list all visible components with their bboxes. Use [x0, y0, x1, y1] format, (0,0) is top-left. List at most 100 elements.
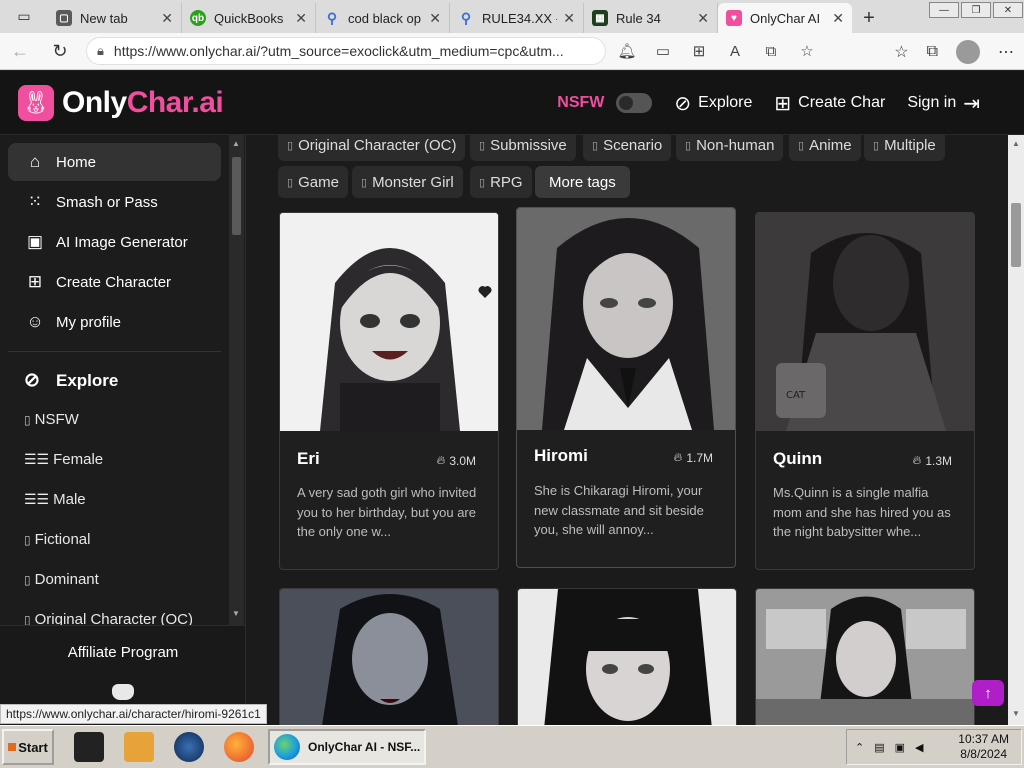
lock-icon[interactable]: 🔒︎	[97, 43, 104, 59]
scroll-up-icon[interactable]: ▲	[232, 139, 240, 148]
character-image[interactable]	[280, 213, 498, 431]
close-icon[interactable]: ✕	[832, 10, 844, 27]
maximize-icon[interactable]: ❐	[961, 2, 991, 18]
browser-tab-3[interactable]: ⚲ cod black op ✕	[316, 3, 450, 33]
browser-tab-4[interactable]: ⚲ RULE34.XX - ✕	[450, 3, 584, 33]
taskbar-clock[interactable]: 10:37 AM 8/8/2024	[958, 732, 1009, 762]
discord-icon[interactable]	[112, 684, 134, 700]
character-card-hiromi[interactable]: Hiromi 🔥︎ 1.7M She is Chikaragi Hiromi, y…	[516, 207, 736, 568]
explore-item-nsfw[interactable]: ▯ NSFW	[24, 411, 79, 428]
character-card-row2-1[interactable]	[279, 588, 499, 725]
url-field[interactable]: 🔒︎ https://www.onlychar.ai/?utm_source=e…	[86, 37, 606, 65]
close-icon[interactable]: ✕	[563, 10, 575, 27]
sign-in-link[interactable]: Sign in ⇥	[907, 91, 980, 116]
collections-icon[interactable]: ⧉	[927, 43, 938, 61]
character-description: Ms.Quinn is a single malfia mom and she …	[773, 485, 951, 539]
character-card-quinn[interactable]: CAT Quinn 🔥︎ 1.3M Ms.Quinn is a single ma…	[755, 212, 975, 570]
character-image[interactable]	[517, 208, 735, 430]
sidebar-item-create-character[interactable]: ⊞ Create Character	[8, 263, 221, 301]
sidebar-item-home[interactable]: ⌂ Home	[8, 143, 221, 181]
apps-icon[interactable]: ⊞	[688, 42, 710, 60]
explore-item-dominant[interactable]: ▯ Dominant	[24, 571, 99, 588]
taskbar-edge-window[interactable]: OnlyChar AI - NSF...	[268, 729, 426, 765]
tag-label: Anime	[809, 136, 852, 154]
tag-chip[interactable]: ▯ Multiple	[864, 135, 945, 161]
browser-tab-5[interactable]: ▦ Rule 34 ✕	[584, 3, 718, 33]
character-image[interactable]	[280, 589, 499, 725]
url-actions: 🔔︎ ▭ ⊞ A ⧉ ☆	[616, 42, 818, 61]
tag-chip[interactable]: ▯ Game	[278, 166, 348, 198]
site-logo[interactable]: 🐰︎ OnlyChar.ai	[18, 71, 246, 135]
tag-chip[interactable]: ▯ Monster Girl	[352, 166, 463, 198]
media-player-icon[interactable]	[124, 732, 154, 762]
character-name[interactable]: Eri	[297, 449, 320, 469]
sidebar-item-smash-or-pass[interactable]: ⁙ Smash or Pass	[8, 183, 221, 221]
explore-item-male[interactable]: ☰☰ Male	[24, 491, 86, 508]
status-bar-url: https://www.onlychar.ai/character/hiromi…	[0, 704, 267, 724]
browser-tab-2[interactable]: qb QuickBooks ✕	[182, 3, 316, 33]
search-icon: ⚲	[460, 9, 472, 26]
main-content: ▯ Original Character (OC) ▯ Submissive ▯ Sc…	[246, 135, 1008, 725]
start-button[interactable]: Start	[2, 729, 54, 765]
chevron-up-icon[interactable]: ⌃	[855, 741, 864, 754]
browser-tab-1[interactable]: ▢ New tab ✕	[48, 3, 182, 33]
minimize-icon[interactable]: —	[929, 2, 959, 18]
character-name[interactable]: Hiromi	[534, 446, 588, 466]
character-image[interactable]	[756, 589, 975, 725]
read-aloud-icon[interactable]: A	[724, 43, 746, 60]
volume-icon[interactable]: ◀︎	[915, 741, 923, 754]
explore-link[interactable]: ⊘ Explore	[674, 91, 752, 116]
more-menu-icon[interactable]: ⋯	[998, 42, 1014, 62]
profile-avatar[interactable]	[956, 39, 980, 64]
globe-icon[interactable]	[174, 732, 204, 762]
tag-chip[interactable]: ▯ RPG	[470, 166, 532, 198]
tag-chip[interactable]: ▯ Original Character (OC)	[278, 135, 466, 161]
more-tags-button[interactable]: More tags	[535, 166, 630, 198]
tag-chip[interactable]: ▯ Scenario	[583, 135, 672, 161]
close-icon[interactable]: ✕	[295, 10, 307, 27]
close-icon[interactable]: ✕	[697, 10, 709, 27]
character-card-eri[interactable]: Eri 🔥︎ 3.0M A very sad goth girl who invi…	[279, 212, 499, 570]
split-screen-icon[interactable]: ⧉	[760, 43, 782, 60]
sidebar-item-my-profile[interactable]: ☺ My profile	[8, 303, 221, 341]
explore-item-female[interactable]: ☰☰ Female	[24, 451, 103, 468]
add-favorite-icon[interactable]: ☆	[796, 42, 818, 60]
close-icon[interactable]: ✕	[429, 10, 441, 27]
display-icon[interactable]: ▣	[895, 741, 905, 754]
page-scroll-thumb[interactable]	[1011, 203, 1021, 267]
create-char-link[interactable]: ⊞ Create Char	[774, 91, 885, 116]
sidebar-scrollbar[interactable]: ▲ ▼	[229, 135, 244, 625]
desktop-icon[interactable]	[74, 732, 104, 762]
close-window-icon[interactable]: ✕	[993, 2, 1023, 18]
favorites-icon[interactable]: ☆	[894, 42, 908, 62]
close-icon[interactable]: ✕	[161, 10, 173, 27]
explore-item-fictional[interactable]: ▯ Fictional	[24, 531, 90, 548]
tag-icon: ▯	[24, 572, 31, 587]
scroll-down-icon[interactable]: ▼	[1012, 709, 1020, 718]
character-image[interactable]	[518, 589, 737, 725]
scroll-up-icon[interactable]: ▲	[1012, 139, 1020, 148]
tag-chip[interactable]: ▯ Anime	[789, 135, 861, 161]
new-tab-button[interactable]: +	[852, 3, 886, 33]
sidebar-item-ai-image-generator[interactable]: ▣ AI Image Generator	[8, 223, 221, 261]
firefox-icon[interactable]	[224, 732, 254, 762]
scroll-to-top-button[interactable]: ↑	[972, 680, 1004, 706]
page-scrollbar[interactable]: ▲ ▼	[1008, 135, 1024, 725]
tag-chip[interactable]: ▯ Non-human	[676, 135, 784, 161]
tab-actions-icon[interactable]: ▭	[0, 0, 48, 33]
tag-chip[interactable]: ▯ Submissive	[470, 135, 576, 161]
character-name[interactable]: Quinn	[773, 449, 822, 469]
notification-blocked-icon[interactable]: 🔔︎	[616, 42, 638, 60]
network-icon[interactable]: ▤	[874, 741, 884, 754]
refresh-icon[interactable]: ↻	[40, 33, 80, 70]
character-card-row2-2[interactable]	[517, 588, 737, 725]
character-card-row2-3[interactable]	[755, 588, 975, 725]
app-available-icon[interactable]: ▭	[652, 42, 674, 60]
character-image[interactable]: CAT	[756, 213, 974, 431]
nsfw-toggle[interactable]	[616, 93, 653, 113]
browser-tab-6-active[interactable]: ♥ OnlyChar AI ✕	[718, 3, 852, 33]
sidebar-scroll-thumb[interactable]	[232, 157, 241, 235]
back-icon[interactable]: ←	[0, 33, 40, 70]
affiliate-program-link[interactable]: Affiliate Program	[0, 644, 245, 661]
scroll-down-icon[interactable]: ▼	[232, 609, 240, 618]
